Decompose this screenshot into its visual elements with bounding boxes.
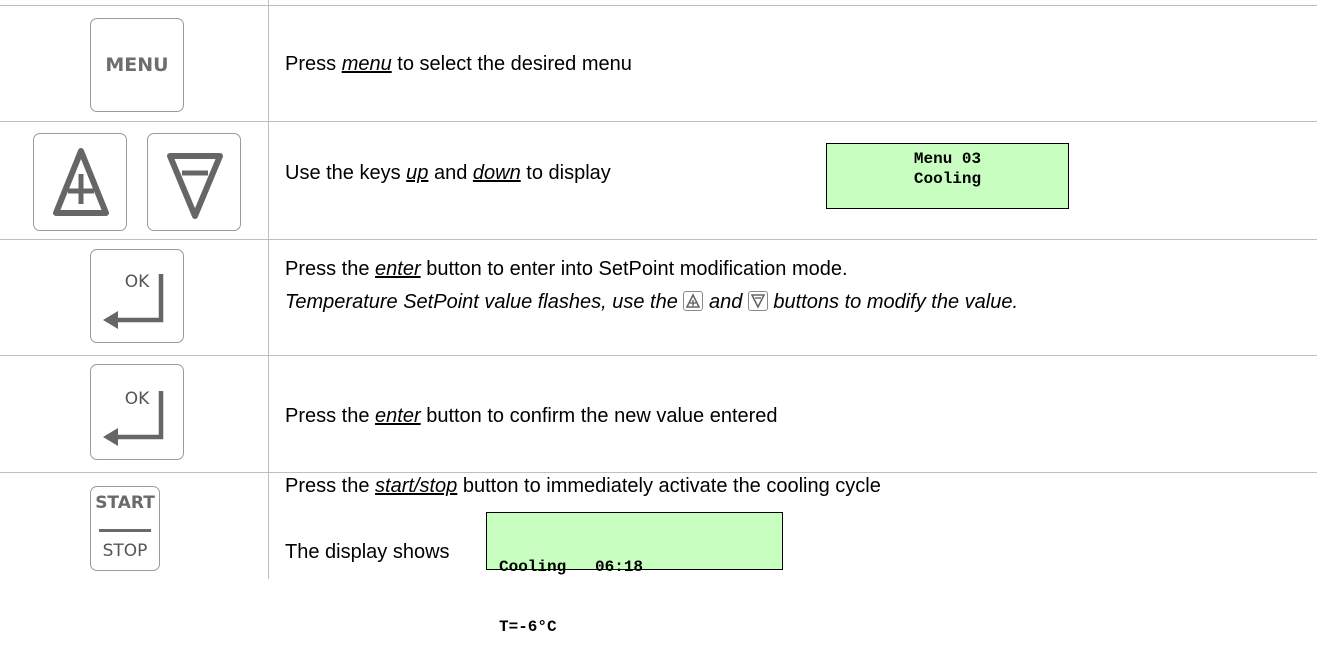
lcd-display-cooling: Cooling 06:18 T=-6°C — [486, 512, 783, 636]
lcd-display-menu: Menu 03 Cooling — [826, 143, 1069, 209]
row-divider — [0, 5, 1317, 6]
enter-arrow-icon — [103, 391, 164, 446]
menu-keyword: menu — [341, 53, 392, 75]
up-keyword: up — [406, 162, 429, 184]
down-keyword: down — [472, 162, 521, 184]
lcd-line-1: Cooling 06:18 — [499, 558, 644, 576]
row1-text: Press — [285, 53, 342, 75]
row-divider — [0, 355, 1317, 356]
lcd-line-1: Menu 03 — [913, 150, 982, 168]
mini-down-key-icon — [747, 291, 768, 311]
row2-text: to display — [520, 162, 611, 184]
enter-keyword: enter — [375, 258, 421, 280]
row5-instruction: Press the start/stop button to immediate… — [285, 474, 881, 498]
enter-arrow-icon — [103, 274, 164, 329]
enter-keyword: enter — [375, 405, 421, 427]
down-key[interactable] — [147, 133, 241, 231]
row5-text: Press the — [285, 475, 376, 497]
row3-text: Press the — [285, 258, 376, 280]
start-stop-key[interactable]: START STOP — [90, 486, 160, 571]
up-key[interactable] — [33, 133, 127, 231]
lcd-line-2: Cooling — [913, 170, 982, 188]
menu-key[interactable]: MENU — [90, 18, 184, 112]
start-stop-keyword: start/stop — [375, 475, 458, 497]
column-divider — [268, 0, 269, 579]
start-key-label: START — [95, 493, 155, 513]
row1-text: to select the desired menu — [391, 53, 632, 75]
ok-enter-key[interactable]: OK — [90, 364, 184, 460]
row3-note-text: buttons to modify the value. — [767, 291, 1019, 313]
mini-up-key-icon — [683, 291, 704, 311]
row2-text: Use the keys — [285, 162, 407, 184]
down-arrow-icon — [167, 153, 223, 219]
row-divider — [0, 121, 1317, 122]
row-divider — [0, 239, 1317, 240]
row-divider — [0, 472, 1317, 473]
row3-note: Temperature SetPoint value flashes, use … — [285, 290, 1018, 314]
row2-text: and — [428, 162, 473, 184]
start-stop-separator — [99, 529, 151, 532]
display-shows-label: The display shows — [285, 541, 450, 563]
row3-note-text: Temperature SetPoint value flashes, use … — [285, 291, 684, 313]
row2-instruction: Use the keys up and down to display — [285, 161, 611, 185]
stop-key-label: STOP — [102, 541, 148, 561]
lcd-line-2: T=-6°C — [499, 618, 557, 636]
up-arrow-icon — [53, 148, 109, 216]
row3-instruction: Press the enter button to enter into Set… — [285, 257, 848, 281]
row4-text: Press the — [285, 405, 376, 427]
row4-text: button to confirm the new value entered — [420, 405, 778, 427]
row3-note-text: and — [703, 291, 748, 313]
row4-instruction: Press the enter button to confirm the ne… — [285, 404, 778, 428]
row1-instruction: Press menu to select the desired menu — [285, 52, 632, 76]
row3-text: button to enter into SetPoint modificati… — [420, 258, 848, 280]
row5-text: button to immediately activate the cooli… — [457, 475, 881, 497]
ok-enter-key[interactable]: OK — [90, 249, 184, 343]
menu-key-label: MENU — [105, 54, 169, 76]
